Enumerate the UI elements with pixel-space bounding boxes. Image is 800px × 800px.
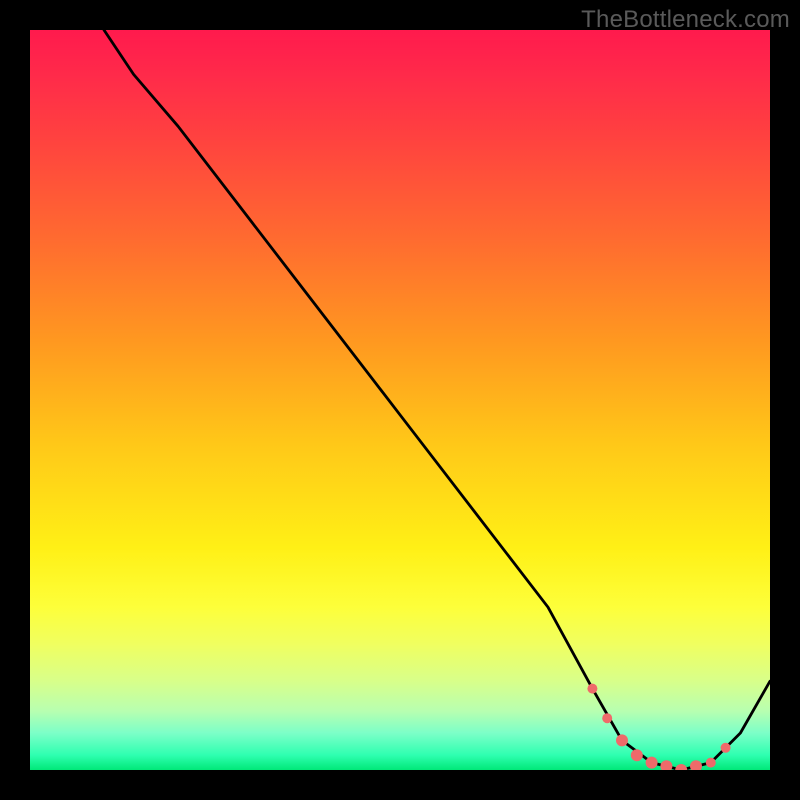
highlight-dot <box>706 758 716 768</box>
highlight-dot <box>602 713 612 723</box>
bottleneck-curve <box>104 30 770 770</box>
watermark-text: TheBottleneck.com <box>581 6 790 34</box>
highlight-dot <box>675 764 687 770</box>
highlight-dots <box>587 684 730 770</box>
highlight-dot <box>616 734 628 746</box>
curve-layer <box>30 30 770 770</box>
highlight-dot <box>690 760 702 770</box>
highlight-dot <box>721 743 731 753</box>
highlight-dot <box>660 760 672 770</box>
highlight-dot <box>646 757 658 769</box>
plot-area <box>30 30 770 770</box>
chart-frame: TheBottleneck.com <box>0 0 800 800</box>
highlight-dot <box>587 684 597 694</box>
highlight-dot <box>631 749 643 761</box>
